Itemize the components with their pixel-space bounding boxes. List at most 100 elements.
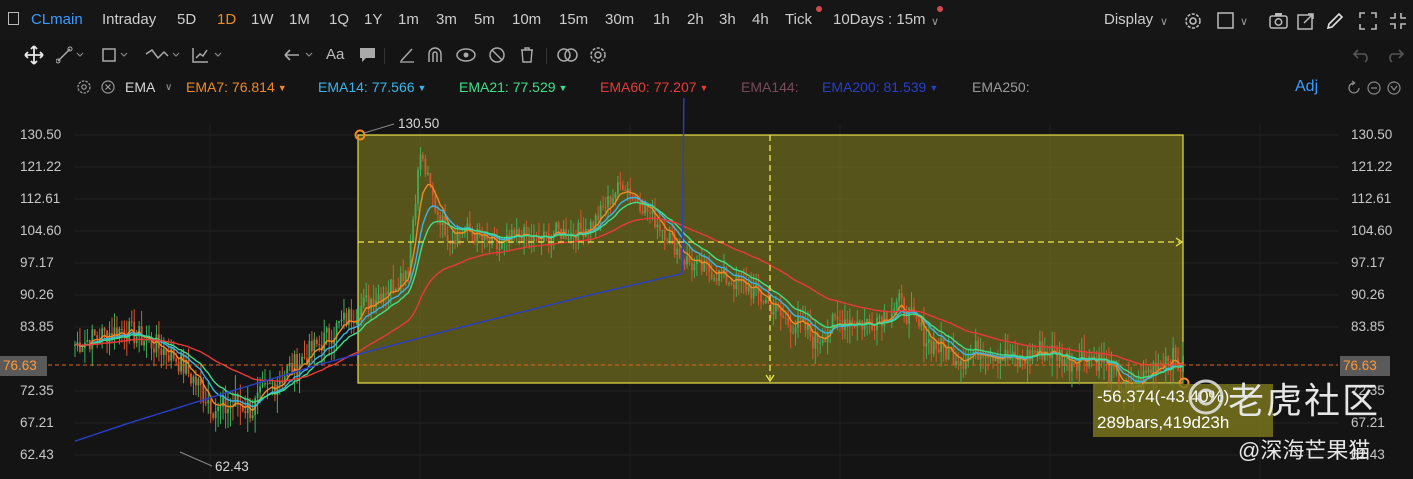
period-1w[interactable]: 1W (251, 11, 274, 28)
period-3h[interactable]: 3h (719, 11, 736, 28)
draw-icon[interactable] (1325, 11, 1345, 31)
ema14-label: EMA14: (318, 79, 368, 95)
candle-body (93, 329, 96, 336)
exit-fullscreen-icon[interactable] (1388, 11, 1408, 31)
ruler-icon[interactable] (398, 46, 416, 64)
period-1min[interactable]: 1m (398, 11, 419, 28)
period-4h[interactable]: 4h (752, 11, 769, 28)
candle-body (103, 328, 106, 331)
candle-body (170, 347, 173, 361)
period-tick[interactable]: Tick (785, 11, 812, 28)
display-menu[interactable]: Display (1104, 11, 1153, 28)
candle-body (621, 184, 624, 190)
indicator-settings-icon[interactable] (76, 79, 92, 95)
period-10min[interactable]: 10m (512, 11, 541, 28)
candle-body (271, 382, 274, 384)
ema60-value: 77.207 (653, 79, 697, 95)
period-1d[interactable]: 1D (217, 11, 236, 28)
chevron-down-icon[interactable]: ∨ (931, 15, 939, 28)
period-1m-month[interactable]: 1M (289, 11, 310, 28)
move-icon[interactable] (24, 45, 44, 65)
symbol-name[interactable]: CLmain (31, 11, 83, 28)
period-1h[interactable]: 1h (653, 11, 670, 28)
period-15min[interactable]: 15m (559, 11, 588, 28)
candle-body (362, 297, 365, 306)
indicator-close-icon[interactable] (100, 79, 116, 95)
candle-body (340, 319, 343, 322)
link-icon[interactable] (556, 46, 580, 64)
symbol-panel-icon[interactable] (8, 12, 19, 25)
candle-body (691, 262, 693, 271)
settings-icon[interactable] (1183, 11, 1203, 31)
candle-body (195, 376, 197, 386)
ema200-value: 81.539 (883, 79, 927, 95)
arrow-icon[interactable] (282, 46, 316, 64)
period-2h[interactable]: 2h (687, 11, 704, 28)
candle-body (930, 339, 933, 354)
candle-body (619, 182, 622, 185)
ema14-value: 77.566 (371, 79, 415, 95)
high-marker-leader (363, 123, 395, 134)
comment-icon[interactable] (358, 46, 378, 64)
hide-icon[interactable] (487, 46, 507, 64)
candle-body (389, 279, 392, 292)
range-select[interactable]: 10Days : 15m (833, 11, 926, 28)
candle-body (473, 235, 476, 243)
candle-body (436, 211, 439, 215)
fullscreen-icon[interactable] (1358, 11, 1378, 31)
period-5min[interactable]: 5m (474, 11, 495, 28)
candle-body (264, 383, 266, 385)
y-tick-label: 112.61 (20, 191, 61, 206)
undo-icon[interactable] (1352, 46, 1372, 64)
ema200-legend: EMA200: 81.539 ▼ (822, 79, 938, 95)
candle-body (244, 411, 247, 414)
delete-icon[interactable] (518, 46, 536, 64)
line-icon[interactable] (56, 46, 86, 64)
candle-body (167, 355, 170, 361)
period-1q[interactable]: 1Q (329, 11, 349, 28)
eye-link-icon[interactable] (455, 46, 477, 64)
candle-body (310, 340, 313, 352)
candle-body (318, 344, 321, 346)
candle-body (402, 273, 405, 282)
adjust-toggle[interactable]: Adj (1295, 78, 1318, 96)
checkbox-icon[interactable] (1216, 11, 1236, 31)
period-intraday[interactable]: Intraday (102, 11, 156, 28)
candle-body (422, 154, 424, 159)
pane-minimize-icon[interactable] (1367, 81, 1381, 95)
chevron-down-icon[interactable]: ∨ (1240, 15, 1248, 28)
chevron-down-icon[interactable]: ∨ (1160, 15, 1168, 28)
candle-body (1145, 370, 1147, 373)
pattern-icon[interactable] (144, 46, 182, 64)
pane-back-icon[interactable] (1348, 80, 1360, 94)
candle-body (641, 210, 644, 214)
candle-body (834, 314, 836, 317)
period-5d[interactable]: 5D (177, 11, 196, 28)
share-icon[interactable] (1296, 11, 1316, 31)
candle-body (130, 321, 133, 323)
redo-icon[interactable] (1385, 46, 1405, 64)
chevron-down-icon[interactable]: ∨ (165, 82, 172, 93)
period-3min[interactable]: 3m (436, 11, 457, 28)
candle-body (728, 283, 730, 285)
pane-maximize-icon[interactable] (1387, 81, 1401, 95)
candle-body (626, 188, 629, 192)
y-tick-label: 121.22 (1351, 159, 1393, 174)
candle-body (715, 278, 718, 282)
rectangle-icon[interactable] (100, 46, 130, 64)
text-tool-button[interactable]: Aa (326, 46, 344, 63)
candle-body (81, 348, 84, 352)
candle-body (1058, 349, 1061, 361)
magnet-icon[interactable] (425, 46, 445, 64)
ema14-arrow-icon: ▼ (417, 83, 427, 93)
low-marker-label: 62.43 (215, 459, 249, 474)
settings-icon[interactable] (588, 45, 608, 65)
period-1y[interactable]: 1Y (364, 11, 382, 28)
period-30min[interactable]: 30m (605, 11, 634, 28)
camera-icon[interactable] (1268, 11, 1290, 31)
measure-icon[interactable] (190, 46, 224, 64)
indicator-name[interactable]: EMA (125, 79, 155, 95)
y-tick-label: 62.43 (20, 447, 54, 462)
candle-body (1159, 362, 1162, 364)
candle-body (804, 318, 807, 331)
